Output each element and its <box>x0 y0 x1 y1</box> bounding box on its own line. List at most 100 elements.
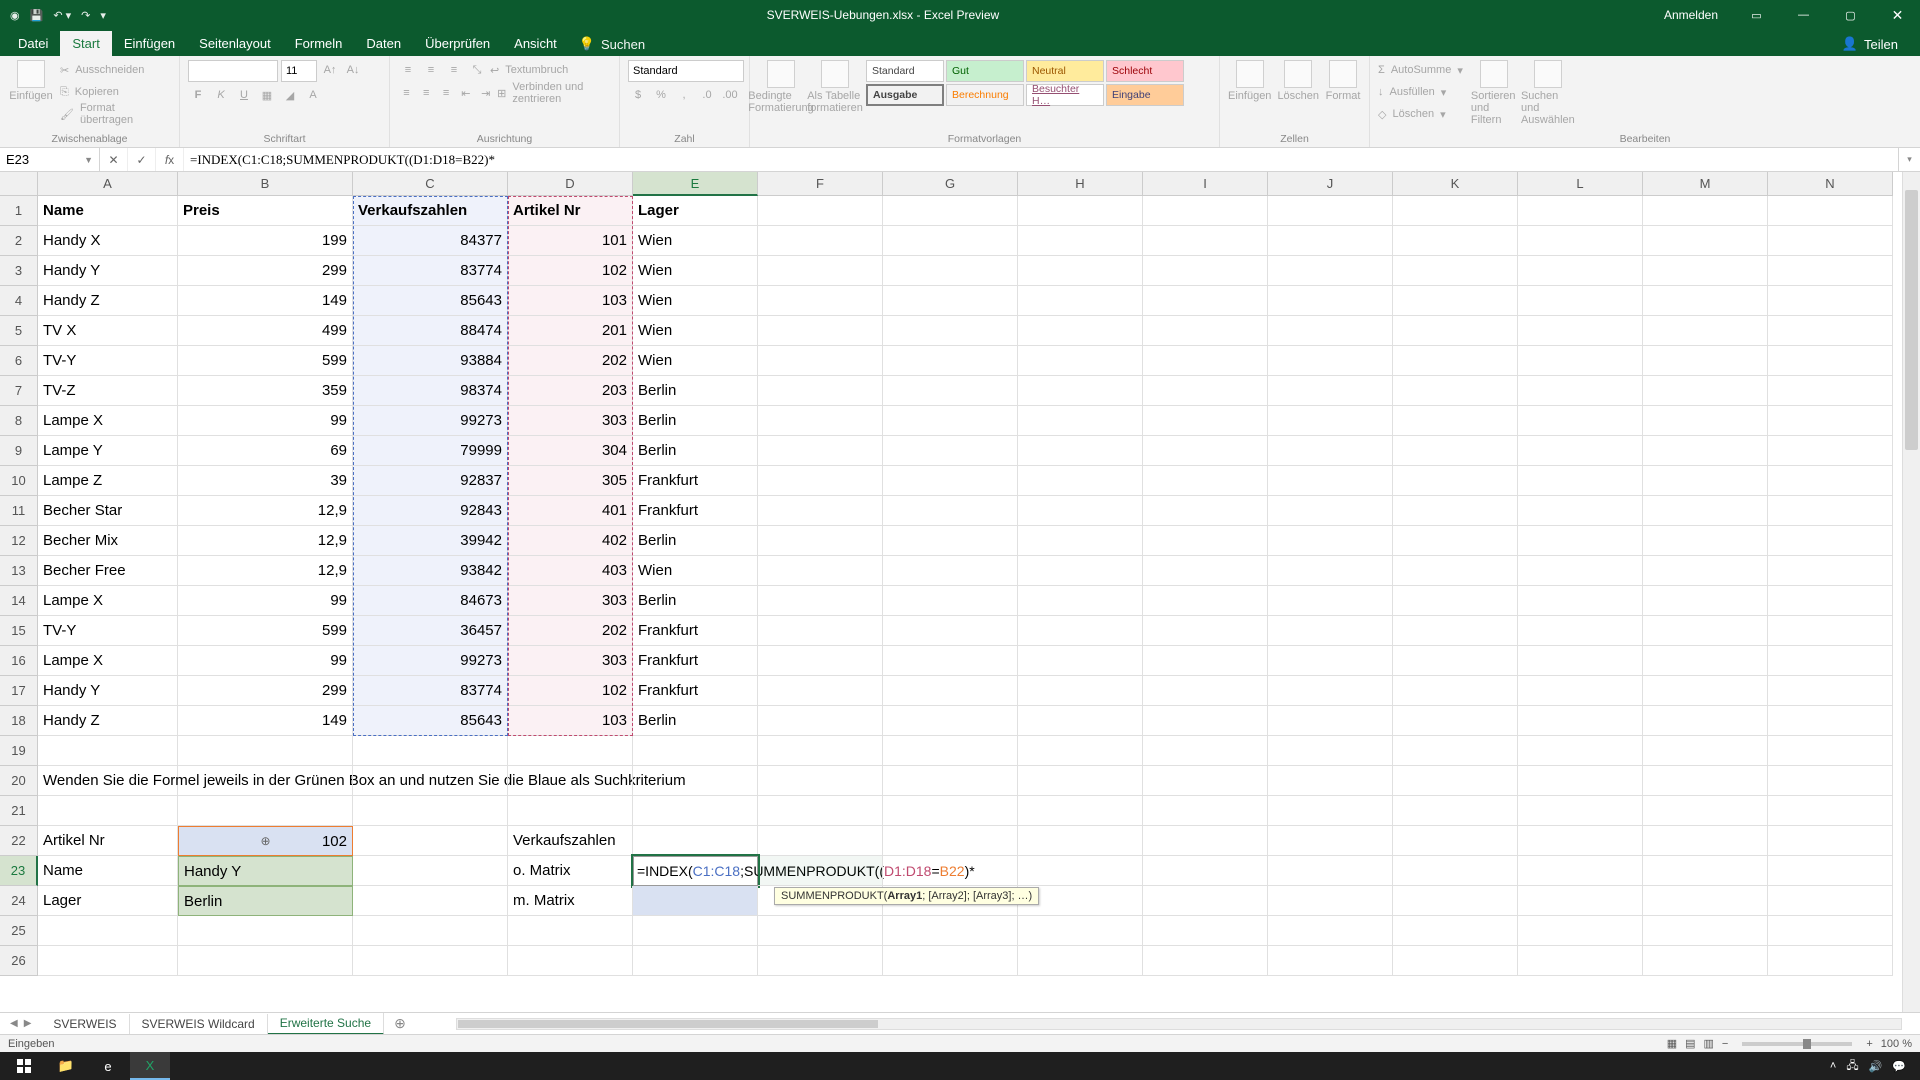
cell[interactable] <box>178 916 353 946</box>
cell[interactable] <box>1393 466 1518 496</box>
tab-seitenlayout[interactable]: Seitenlayout <box>187 31 283 56</box>
cell[interactable] <box>1393 226 1518 256</box>
fill-button[interactable]: ↓ Ausfüllen ▾ <box>1378 82 1463 102</box>
cell[interactable] <box>758 316 883 346</box>
cell[interactable] <box>1393 856 1518 886</box>
cell[interactable]: 98374 <box>353 376 508 406</box>
cell[interactable]: Handy Z <box>38 286 178 316</box>
cell[interactable] <box>1768 406 1893 436</box>
cell[interactable] <box>1643 796 1768 826</box>
cell[interactable]: 85643 <box>353 286 508 316</box>
cell[interactable] <box>1643 286 1768 316</box>
cell[interactable] <box>758 286 883 316</box>
copy-button[interactable]: ⎘ Kopieren <box>60 82 171 102</box>
cell[interactable]: 401 <box>508 496 633 526</box>
cell[interactable] <box>1643 256 1768 286</box>
sign-in-button[interactable]: Anmelden <box>1650 8 1732 22</box>
cell[interactable]: Lampe X <box>38 406 178 436</box>
cell[interactable] <box>1393 586 1518 616</box>
cell[interactable] <box>1018 406 1143 436</box>
view-page-layout-icon[interactable]: ▤ <box>1685 1037 1695 1050</box>
cell[interactable]: TV X <box>38 316 178 346</box>
cell[interactable]: Verkaufszahlen <box>353 196 508 226</box>
cell[interactable] <box>353 826 508 856</box>
cell[interactable]: 88474 <box>353 316 508 346</box>
cell[interactable] <box>1643 646 1768 676</box>
cell[interactable] <box>883 466 1018 496</box>
cell[interactable] <box>1018 226 1143 256</box>
cell[interactable] <box>1268 226 1393 256</box>
row-header[interactable]: 19 <box>0 736 38 766</box>
cell[interactable] <box>633 886 758 916</box>
cell[interactable] <box>1518 766 1643 796</box>
cell[interactable] <box>1018 616 1143 646</box>
cell[interactable] <box>1143 286 1268 316</box>
row-header[interactable]: 2 <box>0 226 38 256</box>
cell[interactable]: 85643 <box>353 706 508 736</box>
merge-center-button[interactable]: ⊞ Verbinden und zentrieren <box>497 83 611 103</box>
find-select-button[interactable]: Suchen und Auswählen <box>1525 60 1571 126</box>
align-bot-icon[interactable]: ≡ <box>444 60 464 80</box>
format-cells-button[interactable]: Format <box>1325 60 1361 102</box>
cell[interactable]: Berlin <box>633 526 758 556</box>
cell[interactable] <box>1268 586 1393 616</box>
cell[interactable]: 102⊕ <box>178 826 353 856</box>
row-header[interactable]: 4 <box>0 286 38 316</box>
cell[interactable] <box>1018 316 1143 346</box>
cell[interactable] <box>1018 196 1143 226</box>
cell[interactable] <box>1643 346 1768 376</box>
zoom-in-button[interactable]: + <box>1866 1038 1872 1050</box>
minimize-button[interactable]: — <box>1781 0 1826 30</box>
cell[interactable] <box>1268 526 1393 556</box>
taskbar-edge-icon[interactable]: e <box>88 1052 128 1080</box>
cell[interactable] <box>1768 646 1893 676</box>
maximize-button[interactable]: ▢ <box>1828 0 1873 30</box>
currency-icon[interactable]: $ <box>628 85 648 105</box>
cell[interactable] <box>1518 556 1643 586</box>
cell[interactable] <box>1518 316 1643 346</box>
cell[interactable] <box>1518 646 1643 676</box>
cell[interactable] <box>758 946 883 976</box>
cell[interactable] <box>1268 436 1393 466</box>
style-gut[interactable]: Gut <box>946 60 1024 82</box>
cell[interactable] <box>1643 586 1768 616</box>
cell[interactable]: 359 <box>178 376 353 406</box>
cell[interactable] <box>1268 706 1393 736</box>
cell[interactable]: 101 <box>508 226 633 256</box>
cell[interactable] <box>38 736 178 766</box>
cell[interactable] <box>1518 916 1643 946</box>
select-all-corner[interactable] <box>0 172 38 196</box>
cell[interactable]: 84673 <box>353 586 508 616</box>
sort-filter-button[interactable]: Sortieren und Filtern <box>1471 60 1517 126</box>
cell[interactable]: 149 <box>178 706 353 736</box>
cell[interactable] <box>1268 766 1393 796</box>
cell[interactable] <box>883 736 1018 766</box>
cell[interactable]: Becher Free <box>38 556 178 586</box>
share-button[interactable]: 👤 Teilen <box>1826 32 1914 56</box>
cell[interactable] <box>1518 706 1643 736</box>
cell[interactable]: Berlin <box>633 376 758 406</box>
row-header[interactable]: 1 <box>0 196 38 226</box>
cell[interactable] <box>883 496 1018 526</box>
column-header[interactable]: H <box>1018 172 1143 196</box>
fill-color-button[interactable]: ◢ <box>280 85 300 105</box>
column-header[interactable]: E <box>633 172 758 196</box>
cell[interactable] <box>1393 556 1518 586</box>
cell[interactable] <box>1018 946 1143 976</box>
cell[interactable]: 203 <box>508 376 633 406</box>
cell[interactable] <box>1143 826 1268 856</box>
cell[interactable] <box>883 526 1018 556</box>
cell[interactable] <box>1268 946 1393 976</box>
cell[interactable] <box>1768 586 1893 616</box>
cell[interactable] <box>1518 226 1643 256</box>
cell[interactable] <box>1268 646 1393 676</box>
settings-icon[interactable]: ▭ <box>1734 0 1779 30</box>
cell[interactable]: Lampe Y <box>38 436 178 466</box>
cell[interactable] <box>758 196 883 226</box>
cell[interactable] <box>758 706 883 736</box>
cell[interactable] <box>1268 796 1393 826</box>
cell[interactable] <box>1393 286 1518 316</box>
cell[interactable] <box>883 256 1018 286</box>
cell[interactable] <box>758 646 883 676</box>
cell[interactable]: Frankfurt <box>633 496 758 526</box>
